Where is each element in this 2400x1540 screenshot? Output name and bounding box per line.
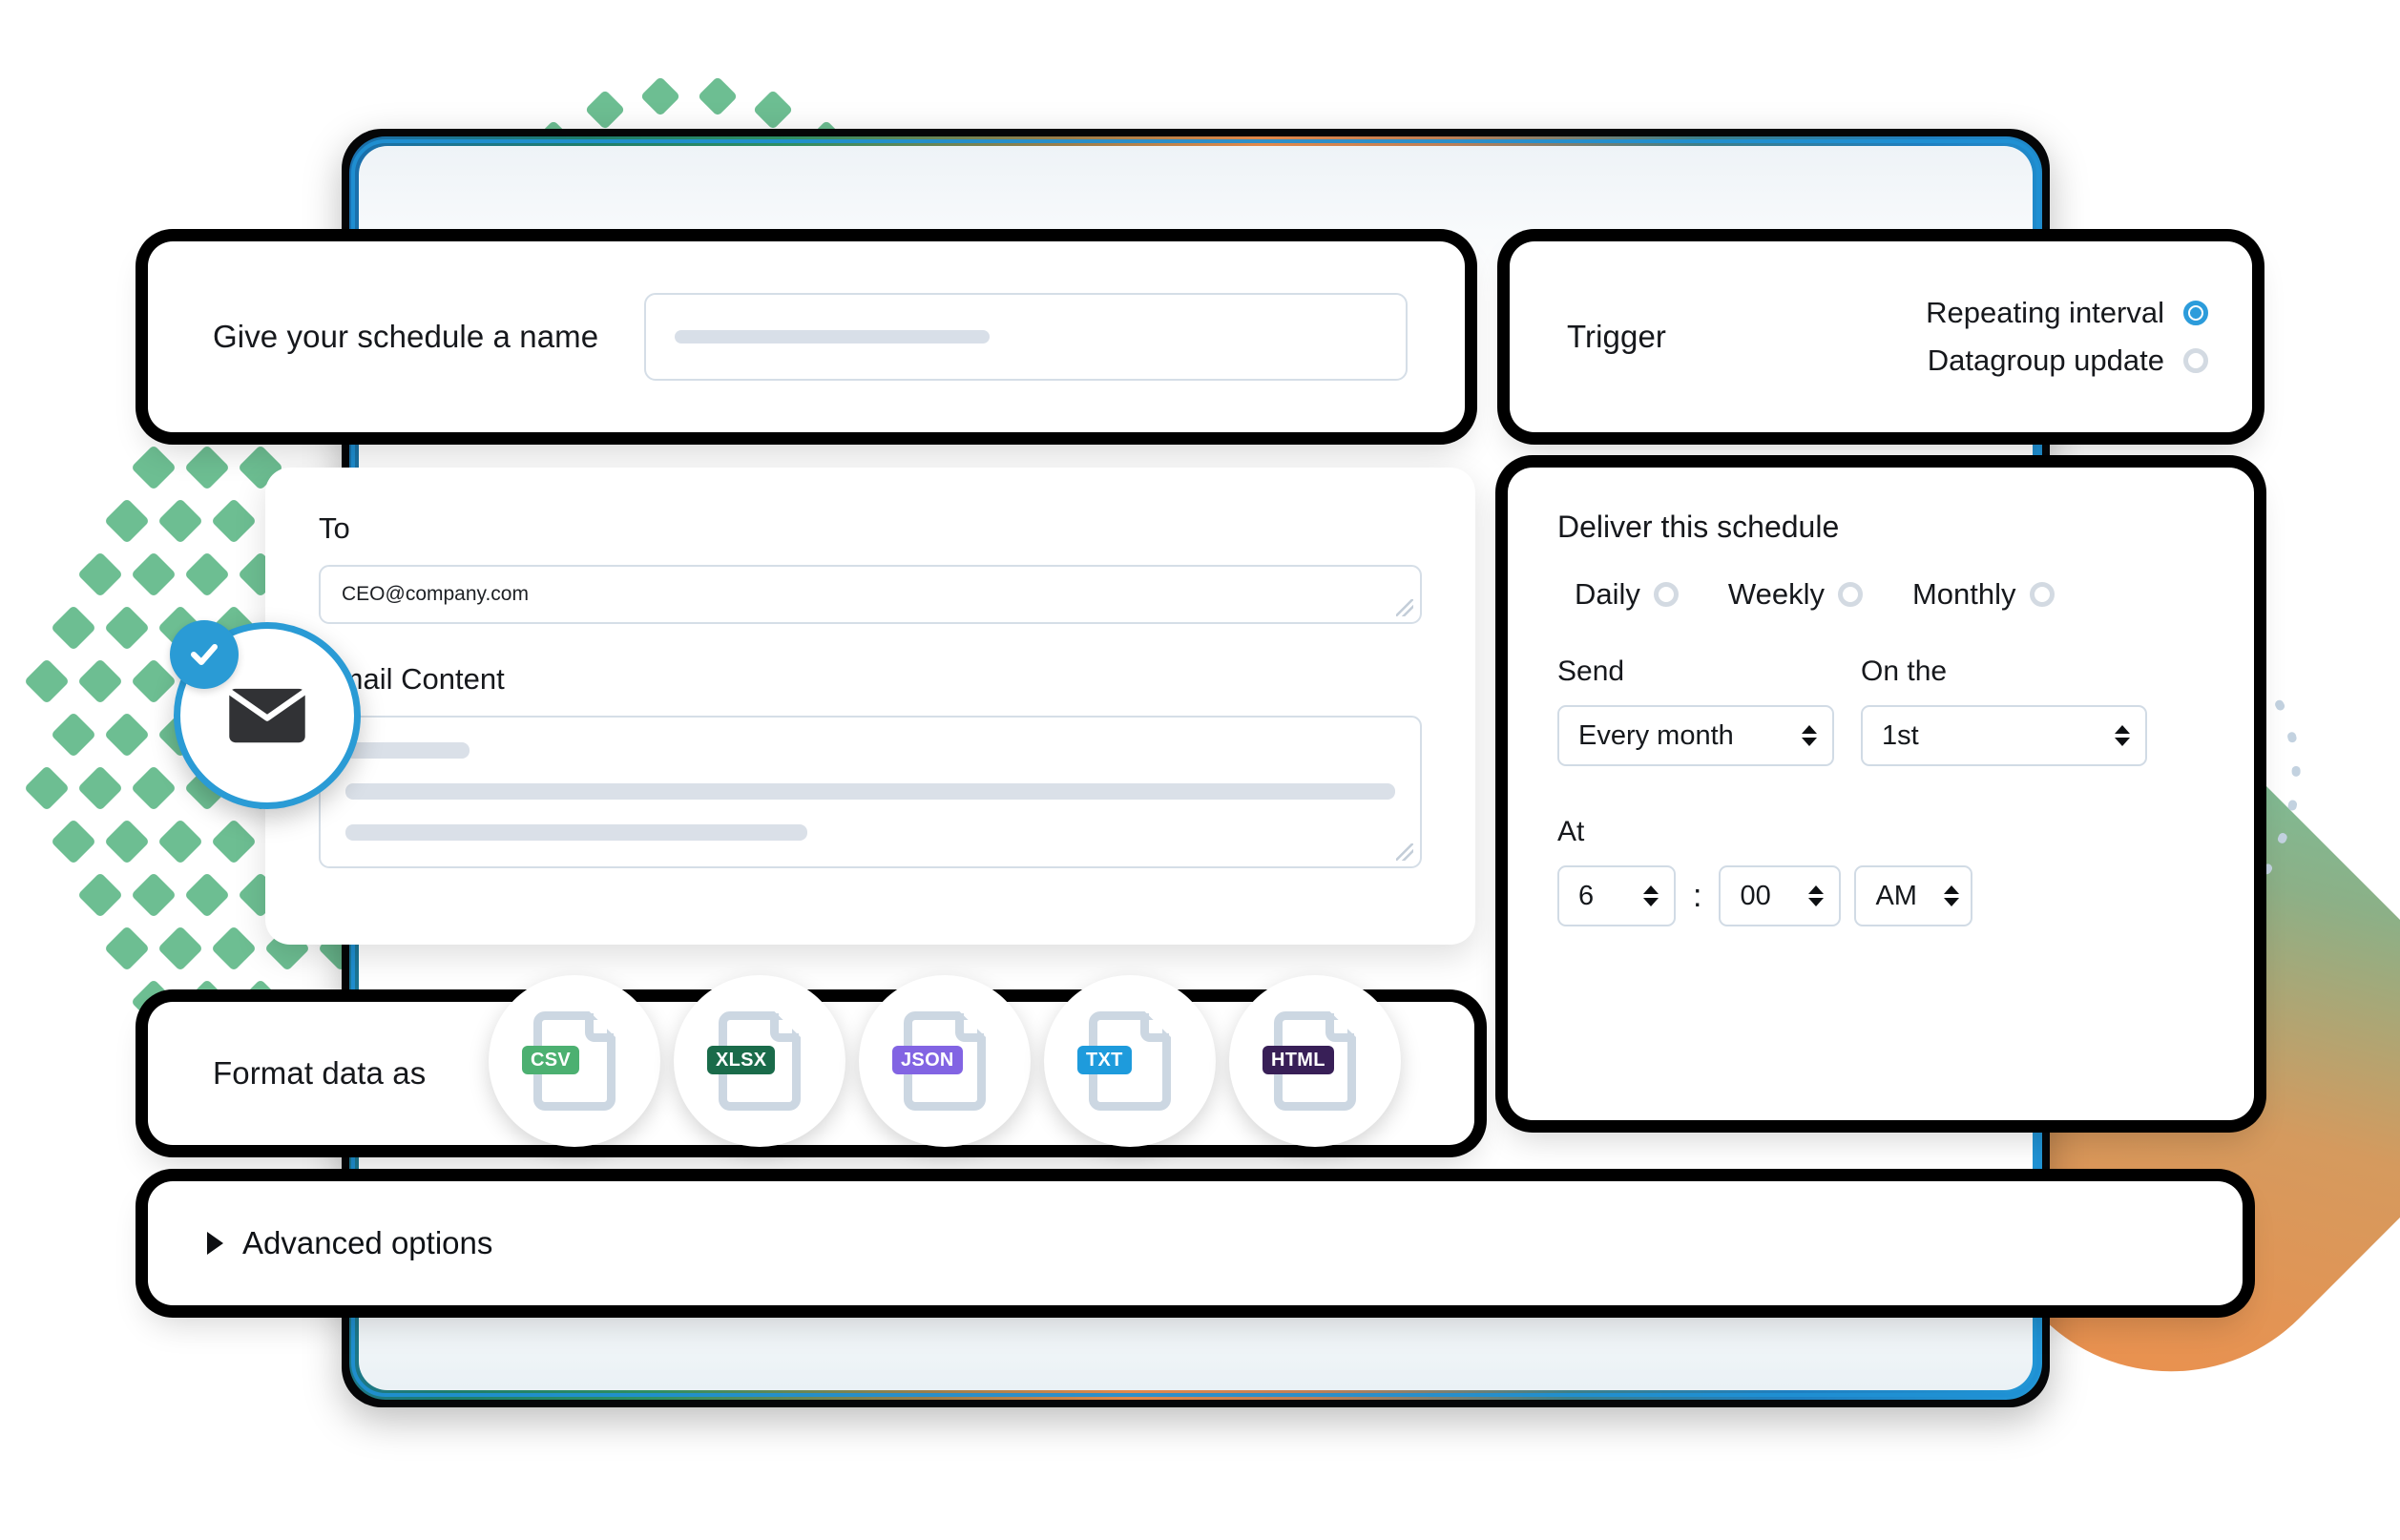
trigger-option-label: Repeating interval — [1926, 296, 2164, 329]
format-option-csv[interactable]: CSV — [489, 975, 660, 1147]
frequency-option-weekly[interactable]: Weekly — [1728, 577, 1863, 612]
schedule-name-label: Give your schedule a name — [213, 319, 599, 354]
format-badge-label: XLSX — [707, 1046, 776, 1074]
at-label: At — [1557, 816, 1585, 847]
chevron-updown-icon — [1643, 885, 1659, 906]
format-badge-label: CSV — [522, 1046, 580, 1074]
chevron-updown-icon — [2115, 725, 2130, 746]
format-options-row: CSV XLSX JSON TXT HTML — [489, 975, 1401, 1147]
frequency-option-monthly[interactable]: Monthly — [1912, 577, 2055, 612]
chevron-updown-icon — [1944, 885, 1960, 906]
file-csv-icon: CSV — [522, 1011, 616, 1111]
format-option-xlsx[interactable]: XLSX — [674, 975, 845, 1147]
radio-icon-unselected[interactable] — [1837, 582, 1863, 607]
disclosure-triangle-icon[interactable] — [207, 1232, 223, 1255]
format-option-txt[interactable]: TXT — [1044, 975, 1216, 1147]
trigger-card: Trigger Repeating interval Datagroup upd… — [1510, 241, 2252, 432]
to-label: To — [319, 511, 350, 545]
advanced-options-label: Advanced options — [242, 1225, 493, 1260]
format-option-html[interactable]: HTML — [1229, 975, 1401, 1147]
frequency-radio-group: Daily Weekly Monthly — [1557, 577, 2206, 612]
format-badge-label: HTML — [1263, 1046, 1334, 1074]
schedule-name-input[interactable] — [644, 293, 1408, 381]
time-separator: : — [1693, 877, 1702, 914]
file-xlsx-icon: XLSX — [707, 1011, 801, 1111]
send-field-group: Send Every month — [1557, 656, 1834, 766]
to-input[interactable]: CEO@company.com — [319, 565, 1422, 624]
onthe-select-value: 1st — [1882, 719, 1919, 751]
onthe-label: On the — [1861, 656, 1948, 687]
trigger-option-datagroup-update[interactable]: Datagroup update — [1928, 343, 2208, 378]
placeholder-bar — [345, 783, 1395, 800]
send-label: Send — [1557, 656, 1625, 687]
resize-grip-icon[interactable] — [1396, 599, 1413, 616]
screenshot-root: Give your schedule a name Trigger Repeat… — [0, 0, 2400, 1540]
format-option-json[interactable]: JSON — [859, 975, 1031, 1147]
meridiem-value: AM — [1875, 880, 1917, 911]
to-value: CEO@company.com — [342, 583, 529, 605]
hour-value: 6 — [1578, 880, 1595, 911]
onthe-select[interactable]: 1st — [1861, 705, 2147, 766]
frequency-label: Weekly — [1727, 577, 1825, 611]
trigger-option-label: Datagroup update — [1927, 343, 2164, 377]
placeholder-bar — [345, 824, 807, 841]
radio-icon-selected[interactable] — [2183, 301, 2208, 325]
format-badge-label: TXT — [1077, 1046, 1132, 1074]
mail-icon — [228, 688, 306, 743]
meridiem-select[interactable]: AM — [1854, 865, 1973, 926]
email-card: To CEO@company.com Email Content — [265, 468, 1475, 945]
placeholder-bar — [675, 330, 991, 343]
onthe-field-group: On the 1st — [1861, 656, 2147, 766]
minute-value: 00 — [1740, 880, 1771, 911]
deliver-schedule-card: Deliver this schedule Daily Weekly Month… — [1508, 468, 2254, 1120]
chevron-updown-icon — [1802, 725, 1817, 746]
radio-icon-unselected[interactable] — [2029, 582, 2055, 607]
frequency-label: Daily — [1575, 577, 1640, 611]
hour-select[interactable]: 6 — [1557, 865, 1676, 926]
check-icon — [191, 644, 218, 665]
send-select-value: Every month — [1578, 719, 1734, 751]
time-picker-group: 6 : 00 AM — [1557, 865, 2206, 926]
file-json-icon: JSON — [892, 1011, 986, 1111]
radio-icon-unselected[interactable] — [2183, 348, 2208, 373]
file-txt-icon: TXT — [1077, 1011, 1171, 1111]
advanced-options-card[interactable]: Advanced options — [148, 1181, 2243, 1305]
minute-select[interactable]: 00 — [1719, 865, 1842, 926]
format-data-label: Format data as — [213, 1055, 427, 1091]
send-select[interactable]: Every month — [1557, 705, 1834, 766]
verified-check-badge — [170, 620, 239, 689]
deliver-title: Deliver this schedule — [1557, 510, 1840, 544]
trigger-option-repeating-interval[interactable]: Repeating interval — [1926, 296, 2208, 330]
radio-icon-unselected[interactable] — [1653, 582, 1679, 607]
format-badge-label: JSON — [892, 1046, 963, 1074]
resize-grip-icon[interactable] — [1396, 843, 1413, 861]
schedule-name-card: Give your schedule a name — [148, 241, 1465, 432]
email-content-label: Email Content — [319, 662, 505, 696]
email-content-textarea[interactable] — [319, 716, 1422, 868]
frequency-label: Monthly — [1911, 577, 2016, 611]
trigger-label: Trigger — [1567, 319, 1667, 354]
placeholder-bar — [345, 742, 470, 759]
frequency-option-daily[interactable]: Daily — [1575, 577, 1679, 612]
chevron-updown-icon — [1808, 885, 1825, 906]
file-html-icon: HTML — [1263, 1011, 1356, 1111]
